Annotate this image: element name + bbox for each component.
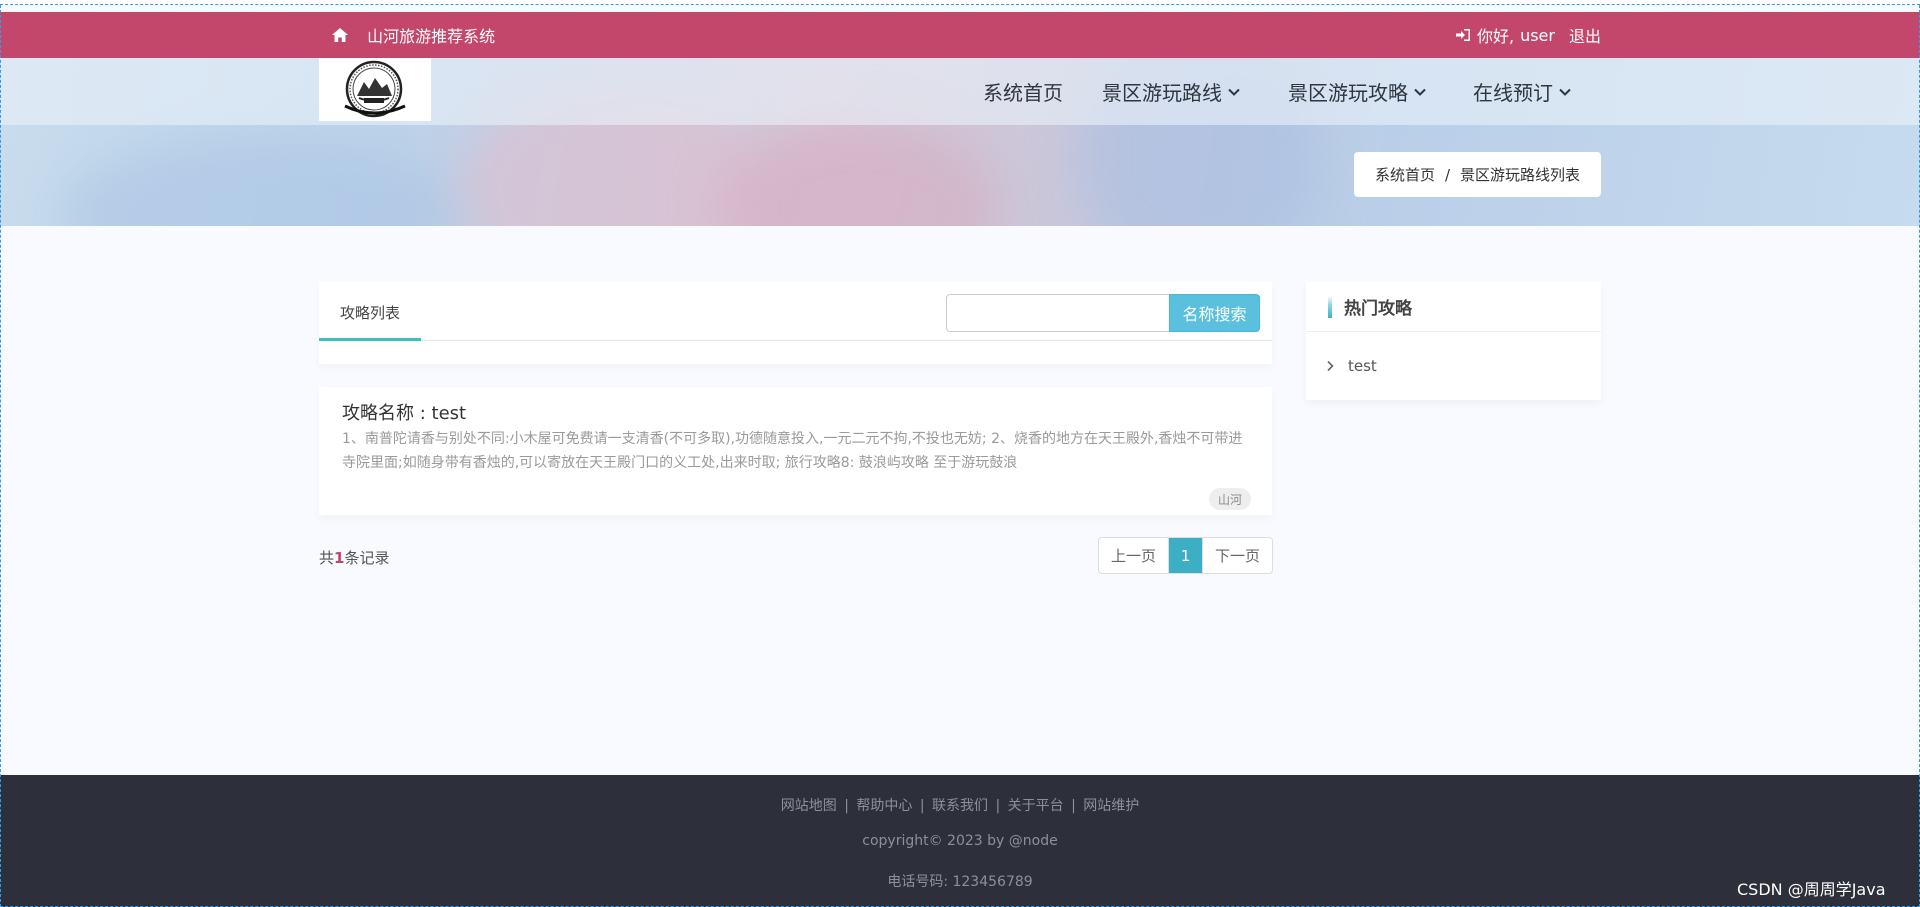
record-count-suffix: 条记录 (344, 549, 390, 567)
footer-link-maintenance[interactable]: 网站维护 (1083, 798, 1139, 814)
breadcrumb-current: 景区游玩路线列表 (1460, 166, 1581, 184)
site-title: 山河旅游推荐系统 (367, 27, 496, 46)
nav-label: 系统首页 (983, 81, 1063, 105)
record-count: 共1条记录 (319, 547, 389, 568)
pagination: 上一页 1 下一页 (1098, 537, 1273, 574)
hot-guides-panel: 热门攻略 test (1306, 282, 1601, 400)
breadcrumb-home[interactable]: 系统首页 (1375, 164, 1435, 185)
chevron-down-icon (1228, 88, 1240, 96)
sign-in-icon (1455, 29, 1470, 41)
nav-label: 在线预订 (1473, 81, 1553, 105)
list-header: 攻略列表 名称搜索 (319, 282, 1272, 364)
nav-item-guides[interactable]: 景区游玩攻略 (1288, 77, 1426, 106)
footer-link-help[interactable]: 帮助中心 (856, 798, 912, 814)
breadcrumb-separator: / (1444, 165, 1451, 184)
current-page-button[interactable]: 1 (1169, 538, 1202, 573)
footer-link-contact[interactable]: 联系我们 (932, 798, 988, 814)
breadcrumb: 系统首页 / 景区游玩路线列表 (1354, 152, 1601, 197)
article-tag: 山河 (1209, 488, 1251, 510)
prev-page-button[interactable]: 上一页 (1099, 538, 1169, 573)
chevron-down-icon (1559, 88, 1571, 96)
hot-guide-label: test (1348, 357, 1377, 375)
footer-separator: | (1071, 798, 1076, 814)
footer-phone: 电话号码: 123456789 (887, 874, 1033, 890)
greeting-text: 你好, (1476, 27, 1515, 46)
next-page-button[interactable]: 下一页 (1202, 538, 1272, 573)
home-icon (332, 28, 348, 42)
record-count-prefix: 共 (319, 549, 335, 567)
username: user (1520, 25, 1555, 45)
footer-copyright: copyright© 2023 by @node (862, 833, 1058, 849)
list-item[interactable]: 攻略名称 : test 1、南普陀请香与别处不同:小木屋可免费请一支清香(不可多… (319, 387, 1272, 515)
article-summary: 1、南普陀请香与别处不同:小木屋可免费请一支清香(不可多取),功德随意投入,一元… (342, 431, 1243, 471)
footer: 网站地图 | 帮助中心 | 联系我们 | 关于平台 | 网站维护 copyrig… (0, 775, 1920, 907)
tab-guide-list[interactable]: 攻略列表 (319, 282, 421, 342)
user-area: 你好, user 退出 (1455, 23, 1601, 47)
record-count-number: 1 (334, 549, 345, 567)
footer-separator: | (844, 798, 849, 814)
nav-label: 景区游玩路线 (1102, 81, 1222, 105)
nav-item-routes[interactable]: 景区游玩路线 (1102, 77, 1240, 106)
top-bar: 山河旅游推荐系统 你好, user 退出 (0, 12, 1920, 58)
top-strip (0, 0, 1920, 5)
hero-banner: 系统首页 景区游玩路线 景区游玩攻略 在线预订 系统首页 / 景区游玩路线列表 (0, 58, 1920, 226)
panel-header: 热门攻略 (1306, 282, 1601, 332)
hero-decoration (60, 138, 460, 226)
nav-item-home[interactable]: 系统首页 (983, 77, 1063, 106)
search-button[interactable]: 名称搜索 (1169, 294, 1260, 332)
active-tab-indicator (319, 338, 421, 341)
nav-item-booking[interactable]: 在线预订 (1473, 77, 1571, 106)
nav-label: 景区游玩攻略 (1288, 81, 1408, 105)
chevron-right-icon (1327, 360, 1334, 372)
panel-title: 热门攻略 (1344, 299, 1412, 319)
main-nav: 系统首页 景区游玩路线 景区游玩攻略 在线预订 (0, 58, 1601, 125)
footer-link-sitemap[interactable]: 网站地图 (781, 798, 837, 814)
logout-link[interactable]: 退出 (1569, 23, 1601, 47)
divider (319, 340, 1272, 341)
site-brand[interactable]: 山河旅游推荐系统 (319, 23, 495, 47)
watermark: CSDN @周周学Java (1737, 880, 1886, 899)
title-accent-bar (1328, 295, 1332, 318)
hero-decoration (720, 118, 1000, 226)
chevron-down-icon (1414, 88, 1426, 96)
search-input[interactable] (946, 294, 1169, 332)
hot-guide-item[interactable]: test (1326, 357, 1377, 375)
article-title[interactable]: 攻略名称 : test (342, 399, 466, 425)
footer-links: 网站地图 | 帮助中心 | 联系我们 | 关于平台 | 网站维护 (0, 795, 1920, 815)
footer-separator: | (995, 798, 1001, 814)
footer-link-about[interactable]: 关于平台 (1008, 798, 1064, 814)
footer-separator: | (919, 798, 925, 814)
